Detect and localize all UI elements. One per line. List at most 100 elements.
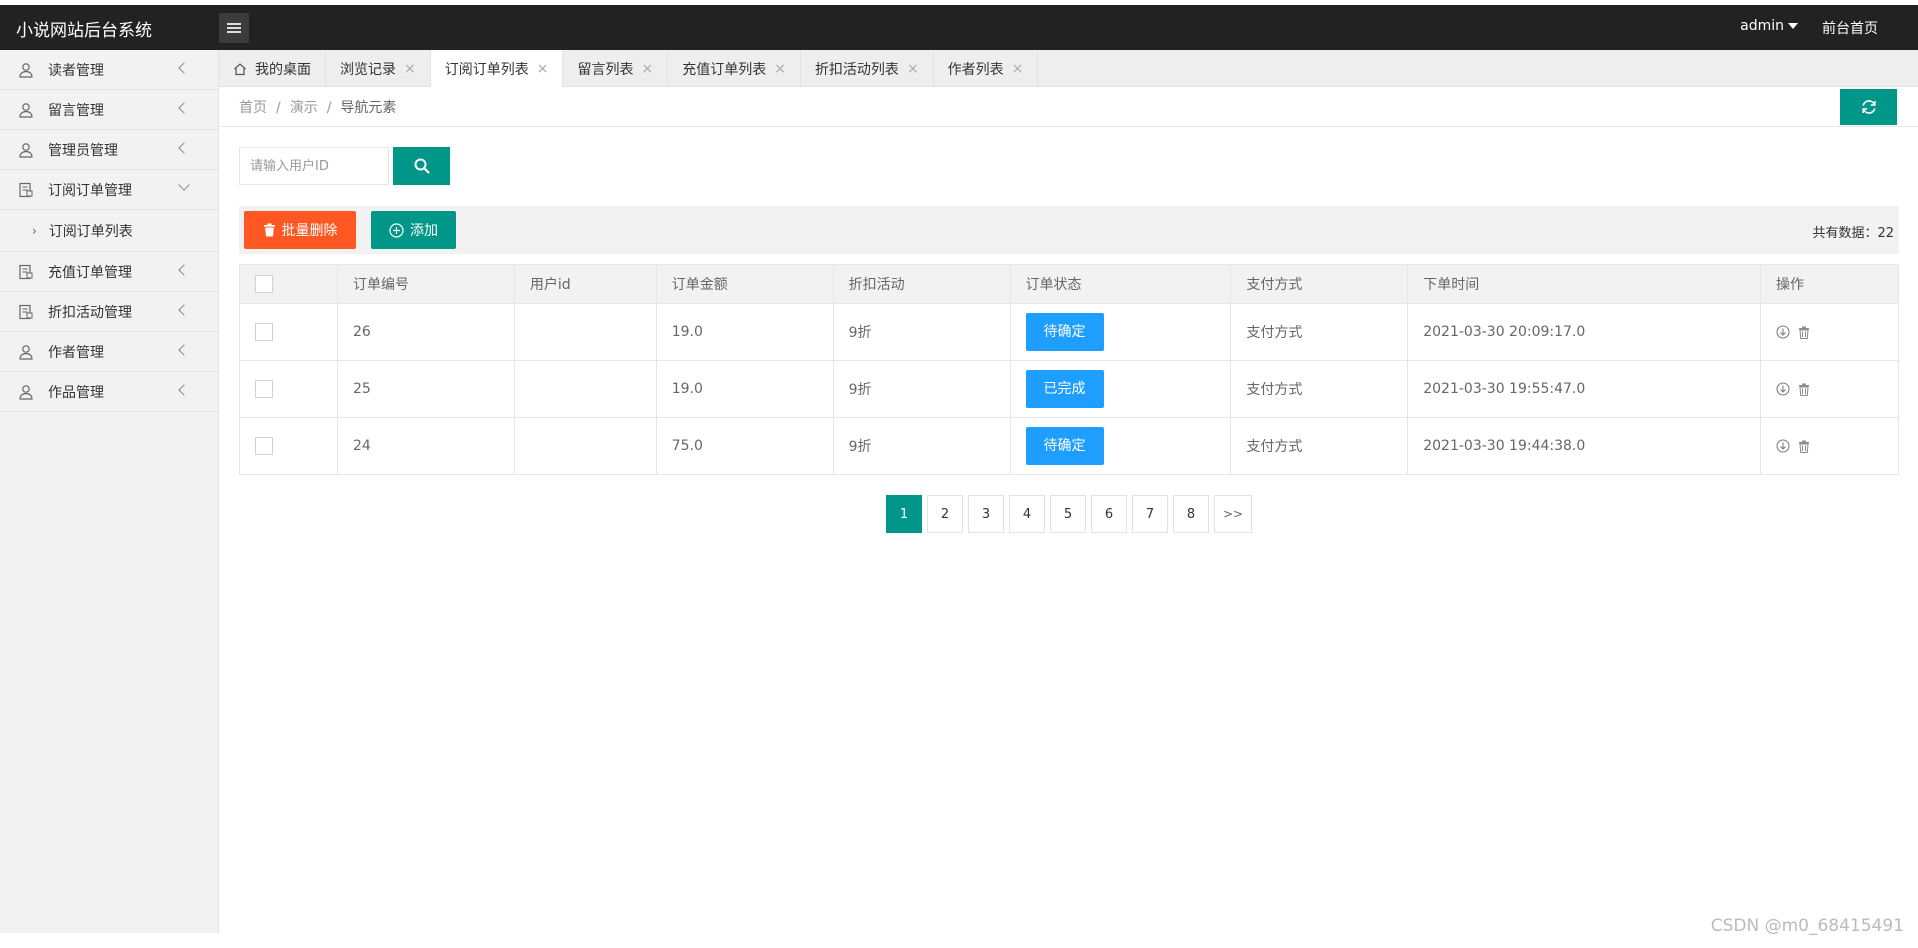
document-icon [19,264,33,279]
next-page-button[interactable]: >> [1214,495,1252,533]
page-button[interactable]: 8 [1173,495,1209,533]
status-button[interactable]: 已完成 [1025,370,1104,408]
tab-label: 浏览记录 [340,61,396,78]
sidebar-item-discounts[interactable]: 折扣活动管理 [0,292,218,332]
row-select-cell [239,417,338,475]
document-icon [19,304,33,319]
trash-icon[interactable] [1798,440,1810,453]
user-id-cell [513,303,657,361]
user-icon [19,384,33,400]
status-cell: 待确定 [1009,303,1232,361]
batch-delete-button[interactable]: 批量删除 [244,211,356,249]
amount-cell: 75.0 [655,417,834,475]
row-checkbox[interactable] [255,380,273,398]
page-button[interactable]: 6 [1091,495,1127,533]
tab-label: 订阅订单列表 [444,61,529,78]
chevron-left-icon [178,304,190,316]
page-button[interactable]: 2 [927,495,963,533]
order-time-cell: 2021-03-30 20:09:17.0 [1407,303,1761,361]
tab-discounts[interactable]: 折扣活动列表 × [801,50,934,87]
username: admin [1740,18,1784,34]
refresh-button[interactable] [1840,89,1897,125]
close-icon[interactable]: × [1012,61,1024,77]
close-icon[interactable]: × [774,61,786,77]
sidebar-item-admins[interactable]: 管理员管理 [0,130,218,170]
sidebar-item-label: 读者管理 [48,62,104,79]
menu-toggle-button[interactable] [219,13,249,43]
trash-icon[interactable] [1798,326,1810,339]
batch-delete-label: 批量删除 [281,223,338,239]
sidebar-item-subscription-orders[interactable]: 订阅订单管理 [0,170,218,210]
download-icon[interactable] [1776,325,1790,339]
sidebar-subitem-label: 订阅订单列表 [48,223,133,240]
sidebar-item-works[interactable]: 作品管理 [0,372,218,412]
total-count: 共有数据：22 [1812,226,1894,241]
pay-method-cell: 支付方式 [1230,417,1409,475]
actions-cell [1760,360,1899,418]
row-checkbox[interactable] [255,323,273,341]
page-button[interactable]: 3 [968,495,1004,533]
chevron-left-icon [178,102,190,114]
table-row: 24 75.0 9折 待确定 支付方式 2021-03-30 19:44:38.… [239,417,1899,475]
discount-cell: 9折 [832,360,1011,418]
tab-my-desktop[interactable]: 我的桌面 [219,50,326,87]
breadcrumb-separator: / [326,100,332,116]
sidebar-item-authors[interactable]: 作者管理 [0,332,218,372]
row-checkbox[interactable] [255,437,273,455]
page-button[interactable]: 1 [886,495,922,533]
home-icon [234,62,246,75]
chevron-left-icon [178,264,190,276]
status-button[interactable]: 待确定 [1025,427,1104,465]
sidebar-item-messages[interactable]: 留言管理 [0,90,218,130]
download-icon[interactable] [1776,382,1790,396]
amount-cell: 19.0 [655,360,834,418]
column-header: 用户id [513,264,657,304]
user-menu[interactable]: admin [1740,18,1798,34]
tab-subscription-orders[interactable]: 订阅订单列表 × [430,50,564,87]
row-select-cell [239,360,338,418]
breadcrumb: 首页 / 演示 / 导航元素 [239,97,396,117]
tab-label: 留言列表 [577,61,634,78]
status-button[interactable]: 待确定 [1025,313,1104,351]
order-id-cell: 25 [336,360,515,418]
tab-authors[interactable]: 作者列表 × [934,50,1039,87]
watermark: CSDN @m0_68415491 [1710,916,1904,936]
tab-bar: 我的桌面 浏览记录 × 订阅订单列表 × 留言列表 × 充值订单列表 × 折扣活… [219,50,1918,87]
action-toolbar: 批量删除 添加 共有数据：22 [239,206,1899,254]
user-icon [19,142,33,158]
front-page-link[interactable]: 前台首页 [1822,18,1878,38]
tab-recharge-orders[interactable]: 充值订单列表 × [668,50,801,87]
search-button[interactable] [393,147,450,185]
close-icon[interactable]: × [907,61,919,77]
sidebar-item-label: 充值订单管理 [48,264,132,281]
add-button[interactable]: 添加 [371,211,456,249]
pay-method-cell: 支付方式 [1230,360,1409,418]
page-button[interactable]: 5 [1050,495,1086,533]
page-button[interactable]: 4 [1009,495,1045,533]
pagination: 1 2 3 4 5 6 7 8 >> [886,495,1252,533]
select-all-checkbox[interactable] [255,275,273,293]
tab-browse-history[interactable]: 浏览记录 × [326,50,431,87]
sidebar-item-label: 订阅订单管理 [48,182,132,199]
close-icon[interactable]: × [404,61,416,77]
pay-method-cell: 支付方式 [1230,303,1409,361]
breadcrumb-home[interactable]: 首页 [239,100,267,116]
breadcrumb-demo[interactable]: 演示 [290,100,318,116]
page-button[interactable]: 7 [1132,495,1168,533]
refresh-icon [1861,100,1876,114]
close-icon[interactable]: × [641,61,653,77]
close-icon[interactable]: × [537,61,549,77]
trash-icon[interactable] [1798,383,1810,396]
order-time-cell: 2021-03-30 19:55:47.0 [1407,360,1761,418]
sidebar-item-recharge-orders[interactable]: 充值订单管理 [0,252,218,292]
sidebar-item-readers[interactable]: 读者管理 [0,50,218,90]
status-cell: 待确定 [1009,417,1232,475]
tab-label: 我的桌面 [255,61,311,78]
chevron-down-icon [178,179,190,191]
column-header: 订单金额 [655,264,834,304]
row-select-cell [239,303,338,361]
download-icon[interactable] [1776,439,1790,453]
user-id-search-input[interactable] [239,147,389,185]
tab-messages[interactable]: 留言列表 × [563,50,669,87]
sidebar-subitem-subscription-list[interactable]: › 订阅订单列表 [0,210,218,252]
